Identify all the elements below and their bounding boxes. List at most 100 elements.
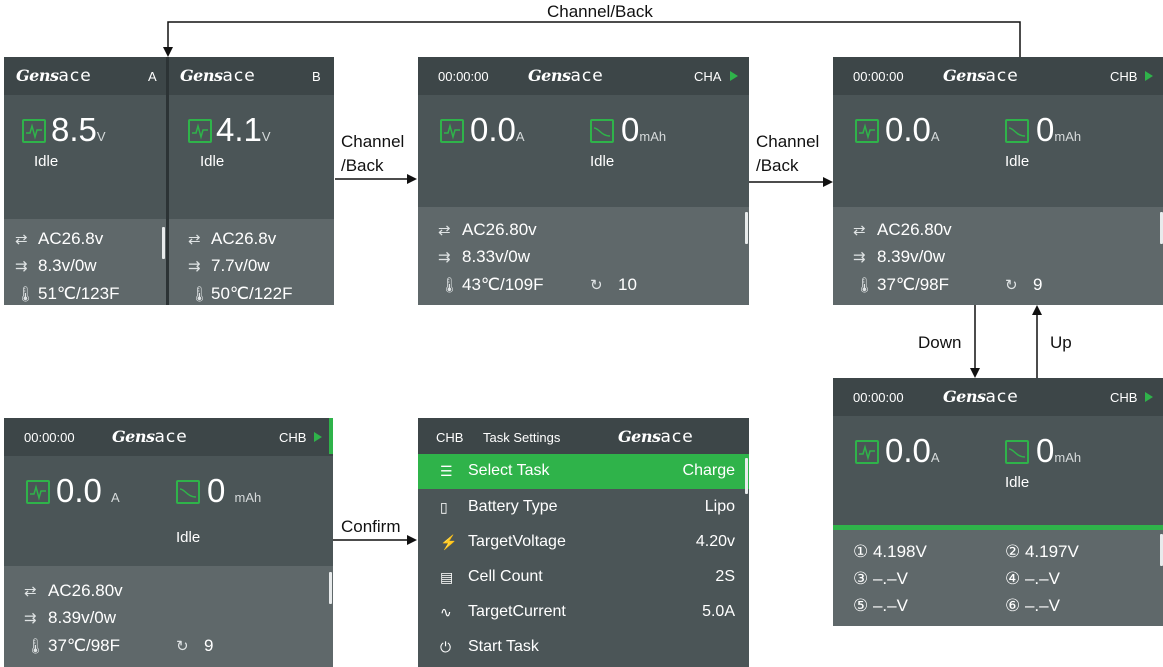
status-text: Idle (590, 153, 615, 170)
label-channel-2: Channel (756, 132, 820, 151)
discharge-icon (1005, 440, 1029, 464)
brand-logo: Gensace (180, 66, 256, 86)
menu-item-cell-count[interactable]: ▤ Cell Count 2S (418, 560, 749, 595)
current-value: 0.0A (885, 111, 940, 148)
cell-2-voltage: ② 4.197V (1005, 542, 1079, 561)
output-icon: ⇉ (853, 249, 866, 266)
menu-item-target-current[interactable]: ∿ TargetCurrent 5.0A (418, 595, 749, 630)
wave-icon (440, 119, 464, 143)
discharge-icon (1005, 119, 1029, 143)
cell-1-voltage: ① 4.198V (853, 542, 927, 561)
screen-chb-cells: 00:00:00 Gensace CHB 0.0A 0mAh Idle ① 4.… (833, 378, 1163, 626)
wave-icon (22, 119, 46, 143)
channel-tag: CHA (694, 69, 722, 84)
menu-item-start-task[interactable]: ⏻ Start Task (418, 630, 749, 665)
channel-b-voltage: 4.1V (216, 111, 271, 148)
scrollbar[interactable] (162, 227, 165, 259)
label-confirm: Confirm (341, 517, 401, 536)
output-voltage: 8.33v/0w (462, 247, 531, 266)
wave-icon (855, 119, 879, 143)
play-icon (1145, 71, 1153, 81)
menu-item-select-task[interactable]: ☰ Select Task Charge (418, 454, 749, 489)
current-icon: ∿ (440, 604, 452, 620)
brand-logo: Gensace (618, 427, 694, 447)
scrollbar[interactable] (745, 458, 748, 494)
channel-tag: CHB (1110, 390, 1138, 405)
brand-logo: Gensace (16, 66, 92, 86)
screen-dual-channel: Gensace A 8.5V Idle ⇄ AC26.8v ⇉ 8.3v/0w … (4, 57, 334, 305)
label-back-1: /Back (341, 156, 384, 175)
channel-b-temp: 50℃/122F (211, 284, 293, 303)
brand-logo: Gensace (528, 66, 604, 86)
input-icon: ⇄ (24, 583, 37, 600)
brand-logo: Gensace (943, 66, 1019, 86)
brand-logo: Gensace (943, 387, 1019, 407)
output-voltage: 8.39v/0w (877, 247, 946, 266)
wave-icon (188, 119, 212, 143)
label-channel-1: Channel (341, 132, 405, 151)
menu-item-label: Cell Count (468, 568, 543, 585)
menu-item-value: Lipo (704, 498, 735, 515)
input-voltage: AC26.80v (48, 581, 123, 600)
channel-b-output: 7.7v/0w (211, 256, 270, 275)
cycle-count: 10 (618, 275, 637, 294)
channel-a-voltage: 8.5V (51, 111, 106, 148)
cell-6-voltage: ⑥ –.–V (1005, 596, 1060, 615)
play-icon (730, 71, 738, 81)
cycle-icon: ↻ (1005, 277, 1018, 294)
thermometer-icon: 🌡 (16, 286, 36, 303)
channel-tag: CHB (1110, 69, 1138, 84)
screen-cha: 00:00:00 Gensace CHA 0.0A 0mAh Idle ⇄ AC… (418, 57, 749, 305)
brand-logo: Gensace (112, 427, 188, 447)
capacity-value: 0mAh (1036, 111, 1082, 148)
cell-icon: ▤ (440, 569, 454, 585)
menu-item-label: Select Task (468, 462, 550, 479)
header-bar (418, 418, 749, 456)
output-voltage: 8.39v/0w (48, 608, 117, 627)
capacity-value: 0 mAh (207, 472, 262, 509)
input-voltage: AC26.80v (877, 220, 952, 239)
temperature: 37℃/98F (877, 275, 950, 294)
menu-title: Task Settings (483, 430, 561, 445)
output-icon: ⇉ (438, 249, 451, 266)
capacity-value: 0mAh (621, 111, 667, 148)
channel-tag: CHB (436, 430, 464, 445)
input-icon: ⇄ (853, 222, 866, 239)
channel-tag: CHB (279, 430, 307, 445)
menu-item-label: TargetCurrent (468, 603, 566, 620)
menu-item-target-voltage[interactable]: ⚡ TargetVoltage 4.20v (418, 525, 749, 560)
cycle-count: 9 (1033, 275, 1043, 294)
channel-divider (166, 57, 169, 305)
input-icon: ⇄ (438, 222, 451, 239)
timer: 00:00:00 (853, 69, 904, 84)
label-channel-back-top: Channel/Back (547, 2, 653, 21)
output-icon: ⇉ (15, 258, 28, 275)
menu-item-value: 4.20v (695, 533, 735, 550)
capacity-value: 0mAh (1036, 432, 1082, 469)
play-icon (314, 432, 322, 442)
power-icon: ⏻ (440, 639, 452, 655)
screen-chb: 00:00:00 Gensace CHB 0.0A 0mAh Idle ⇄ AC… (833, 57, 1163, 305)
thermometer-icon: 🌡 (190, 286, 210, 303)
channel-b-input: AC26.8v (211, 229, 277, 248)
play-icon (1145, 392, 1153, 402)
menu-item-battery-type[interactable]: ▯ Battery Type Lipo (418, 490, 749, 525)
thermometer-icon: 🌡 (855, 277, 875, 294)
status-text: Idle (176, 529, 201, 546)
wave-icon (26, 480, 50, 504)
timer: 00:00:00 (438, 69, 489, 84)
menu-item-value: 2S (715, 568, 735, 585)
cell-3-voltage: ③ –.–V (853, 569, 908, 588)
scrollbar[interactable] (745, 212, 748, 244)
current-value: 0.0A (470, 111, 525, 148)
channel-a-input: AC26.8v (38, 229, 104, 248)
arrow-channel-back-top (163, 21, 1021, 57)
timer: 00:00:00 (24, 430, 75, 445)
channel-a-output: 8.3v/0w (38, 256, 97, 275)
thermometer-icon: 🌡 (440, 277, 460, 294)
current-value: 0.0A (885, 432, 940, 469)
label-up: Up (1050, 333, 1072, 352)
channel-a-temp: 51℃/123F (38, 284, 120, 303)
temperature: 37℃/98F (48, 636, 121, 655)
scrollbar[interactable] (329, 572, 332, 604)
